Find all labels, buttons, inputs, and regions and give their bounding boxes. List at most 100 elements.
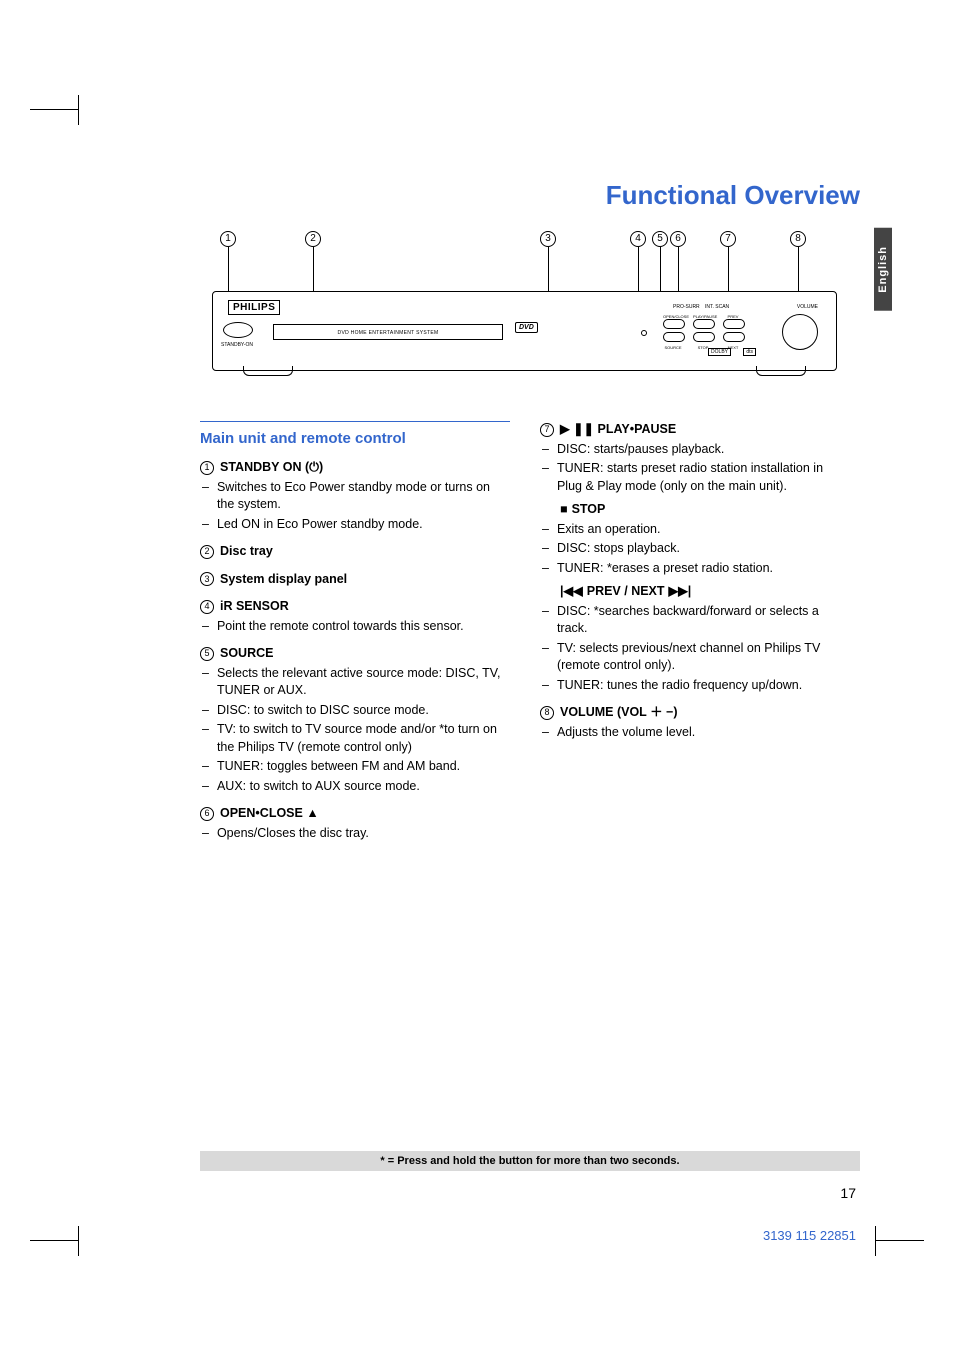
bullet: Exits an operation. — [540, 521, 850, 539]
crop-mark-top-left — [30, 95, 90, 125]
bullet: Switches to Eco Power standby mode or tu… — [200, 479, 510, 514]
item-head: 2 Disc tray — [200, 543, 510, 561]
ir-sensor-graphic — [641, 330, 647, 336]
bullet-list: Opens/Closes the disc tray. — [200, 825, 510, 843]
btn-prev — [723, 319, 745, 329]
item-head: 4 iR SENSOR — [200, 598, 510, 616]
item-title: iR SENSOR — [220, 598, 289, 616]
crop-mark-bottom-left — [30, 1226, 90, 1256]
button-cluster-1: OPEN/CLOSE SOURCE — [663, 314, 683, 350]
item-8: 8 VOLUME (VOL ＋ −) Adjusts the volume le… — [540, 704, 850, 741]
item-title: STANDBY ON (⏻) — [220, 459, 323, 477]
bullet: Point the remote control towards this se… — [200, 618, 510, 636]
sub-head-stop: ■ STOP — [560, 501, 850, 519]
item-head: 8 VOLUME (VOL ＋ −) — [540, 704, 850, 722]
callout-2: 2 — [305, 231, 321, 247]
btn-source — [663, 332, 685, 342]
bullet: DISC: stops playback. — [540, 540, 850, 558]
callout-number: 1 — [200, 461, 214, 475]
dts-badge: dts — [743, 348, 756, 356]
item-title: ▶ ❚❚ PLAY•PAUSE — [560, 421, 676, 439]
content-columns: Main unit and remote control 1 STANDBY O… — [200, 421, 860, 852]
callout-line — [548, 247, 549, 295]
section-header: Main unit and remote control — [200, 421, 510, 449]
sub-head-prevnext: |◀◀ PREV / NEXT ▶▶| — [560, 583, 850, 601]
bullet: TUNER: starts preset radio station insta… — [540, 460, 850, 495]
item-title: SOURCE — [220, 645, 273, 663]
bullet: DISC: starts/pauses playback. — [540, 441, 850, 459]
item-head: 6 OPEN•CLOSE ▲ — [200, 805, 510, 823]
callout-row: 1 2 3 4 5 6 7 8 — [200, 231, 850, 261]
item-title: Disc tray — [220, 543, 273, 561]
dvd-logo: DVD — [515, 322, 538, 333]
bullet: Led ON in Eco Power standby mode. — [200, 516, 510, 534]
left-column: Main unit and remote control 1 STANDBY O… — [200, 421, 510, 852]
bullet-list: Exits an operation. DISC: stops playback… — [540, 521, 850, 578]
callout-number: 3 — [200, 572, 214, 586]
item-1: 1 STANDBY ON (⏻) Switches to Eco Power s… — [200, 459, 510, 533]
page-content: Functional Overview English 1 2 3 4 5 6 … — [200, 180, 860, 852]
callout-number: 2 — [200, 545, 214, 559]
next-icon: ▶▶| — [669, 583, 692, 601]
device-body: PHILIPS STANDBY-ON DVD HOME ENTERTAINMEN… — [212, 291, 837, 371]
callout-3: 3 — [540, 231, 556, 247]
brand-logo: PHILIPS — [228, 300, 280, 315]
btn-stop — [693, 332, 715, 342]
bullet-list: DISC: starts/pauses playback. TUNER: sta… — [540, 441, 850, 496]
item-6: 6 OPEN•CLOSE ▲ Opens/Closes the disc tra… — [200, 805, 510, 842]
callout-6: 6 — [670, 231, 686, 247]
item-3: 3 System display panel — [200, 571, 510, 589]
device-diagram: 1 2 3 4 5 6 7 8 PHILIPS STANDBY-ON DVD H… — [200, 231, 850, 391]
bullet-list: Adjusts the volume level. — [540, 724, 850, 742]
prev-icon: |◀◀ — [560, 583, 583, 601]
callout-7: 7 — [720, 231, 736, 247]
item-title: VOLUME (VOL ＋ −) — [560, 704, 678, 722]
item-title: OPEN•CLOSE ▲ — [220, 805, 319, 823]
stop-icon: ■ — [560, 501, 568, 519]
bullet: DISC: *searches backward/forward or sele… — [540, 603, 850, 638]
bullet: DISC: to switch to DISC source mode. — [200, 702, 510, 720]
volume-label: VOLUME — [797, 304, 818, 310]
btn-next — [723, 332, 745, 342]
callout-1: 1 — [220, 231, 236, 247]
sub-head-text: PREV / NEXT — [587, 583, 665, 601]
item-head: 1 STANDBY ON (⏻) — [200, 459, 510, 477]
bullet: Selects the relevant active source mode:… — [200, 665, 510, 700]
device-foot-left — [243, 366, 293, 376]
bullet-list: Selects the relevant active source mode:… — [200, 665, 510, 796]
bullet: TUNER: toggles between FM and AM band. — [200, 758, 510, 776]
callout-number: 8 — [540, 706, 554, 720]
page-number: 17 — [840, 1185, 856, 1201]
language-tab: English — [874, 228, 892, 311]
bullet: TV: selects previous/next channel on Phi… — [540, 640, 850, 675]
item-5: 5 SOURCE Selects the relevant active sou… — [200, 645, 510, 795]
power-icon: ⏻ — [309, 460, 319, 474]
item-4: 4 iR SENSOR Point the remote control tow… — [200, 598, 510, 635]
plus-minus-icon: ＋ − — [650, 705, 673, 719]
volume-knob-graphic — [782, 314, 818, 350]
dolby-badge: DOLBY — [708, 348, 731, 356]
button-cluster-2: PLAY/PAUSE STOP — [693, 314, 713, 350]
display-panel-graphic: DVD HOME ENTERTAINMENT SYSTEM — [273, 324, 503, 340]
item-2: 2 Disc tray — [200, 543, 510, 561]
btn-label-playpause: PLAY/PAUSE — [693, 314, 713, 319]
bullet: Adjusts the volume level. — [540, 724, 850, 742]
eject-icon: ▲ — [306, 806, 318, 820]
callout-number: 4 — [200, 600, 214, 614]
bullet: AUX: to switch to AUX source mode. — [200, 778, 510, 796]
callout-8: 8 — [790, 231, 806, 247]
play-pause-icon: ▶ ❚❚ — [560, 422, 594, 436]
bullet: TUNER: *erases a preset radio station. — [540, 560, 850, 578]
callout-number: 6 — [200, 807, 214, 821]
standby-label: STANDBY-ON — [221, 342, 253, 348]
label-prosurr: PRO-SURR — [673, 304, 700, 310]
bullet: Opens/Closes the disc tray. — [200, 825, 510, 843]
label-intscan: INT. SCAN — [705, 304, 729, 310]
item-head: 7 ▶ ❚❚ PLAY•PAUSE — [540, 421, 850, 439]
crop-mark-bottom-right — [864, 1226, 924, 1256]
callout-number: 7 — [540, 423, 554, 437]
bullet-list: DISC: *searches backward/forward or sele… — [540, 603, 850, 695]
sub-head-text: STOP — [572, 501, 606, 519]
callout-number: 5 — [200, 647, 214, 661]
right-column: 7 ▶ ❚❚ PLAY•PAUSE DISC: starts/pauses pl… — [540, 421, 850, 852]
